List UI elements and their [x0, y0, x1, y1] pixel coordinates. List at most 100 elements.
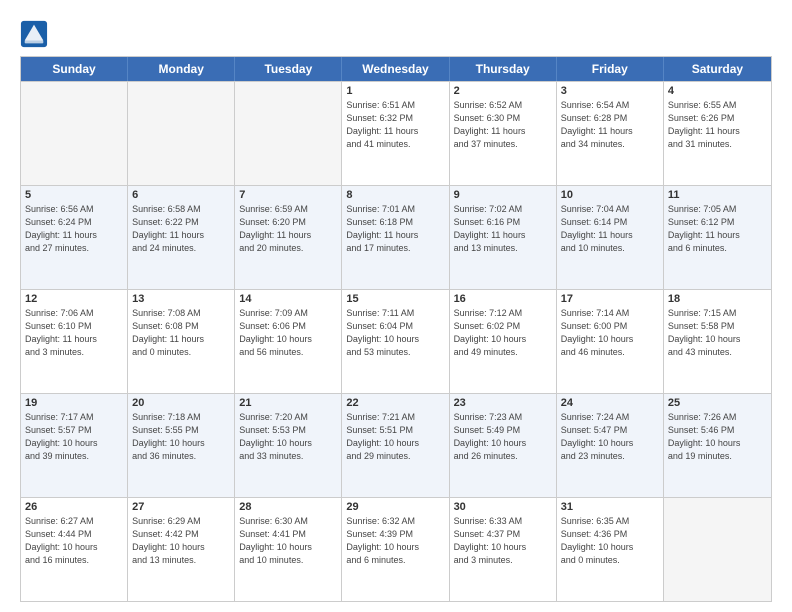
- day-number: 2: [454, 85, 552, 97]
- weekday-header-thursday: Thursday: [450, 57, 557, 81]
- day-info: Sunrise: 7:08 AM Sunset: 6:08 PM Dayligh…: [132, 307, 230, 359]
- day-number: 28: [239, 501, 337, 513]
- day-number: 17: [561, 293, 659, 305]
- day-cell-31: 31Sunrise: 6:35 AM Sunset: 4:36 PM Dayli…: [557, 498, 664, 601]
- weekday-header-friday: Friday: [557, 57, 664, 81]
- day-cell-19: 19 Sunrise: 7:17 AM Sunset: 5:57 PM Dayli…: [21, 394, 128, 497]
- calendar-week-2: 5 Sunrise: 6:56 AM Sunset: 6:24 PM Daylig…: [21, 185, 771, 289]
- day-cell-14: 14Sunrise: 7:09 AM Sunset: 6:06 PM Dayli…: [235, 290, 342, 393]
- day-info: Sunrise: 7:20 AM Sunset: 5:53 PM Dayligh…: [239, 411, 337, 463]
- day-cell-16: 16Sunrise: 7:12 AM Sunset: 6:02 PM Dayli…: [450, 290, 557, 393]
- day-info: Sunrise: 6:33 AM Sunset: 4:37 PM Dayligh…: [454, 515, 552, 567]
- day-info: Sunrise: 6:30 AM Sunset: 4:41 PM Dayligh…: [239, 515, 337, 567]
- calendar-body: 1Sunrise: 6:51 AM Sunset: 6:32 PM Daylig…: [21, 81, 771, 601]
- day-info: Sunrise: 6:52 AM Sunset: 6:30 PM Dayligh…: [454, 99, 552, 151]
- day-number: 19: [25, 397, 123, 409]
- calendar-week-3: 12 Sunrise: 7:06 AM Sunset: 6:10 PM Dayli…: [21, 289, 771, 393]
- day-number: 20: [132, 397, 230, 409]
- day-cell-25: 25Sunrise: 7:26 AM Sunset: 5:46 PM Dayli…: [664, 394, 771, 497]
- day-info: Sunrise: 7:11 AM Sunset: 6:04 PM Dayligh…: [346, 307, 444, 359]
- day-number: 1: [346, 85, 444, 97]
- day-number: 4: [668, 85, 767, 97]
- day-number: 29: [346, 501, 444, 513]
- day-cell-21: 21 Sunrise: 7:20 AM Sunset: 5:53 PM Dayli…: [235, 394, 342, 497]
- day-cell-6: 6 Sunrise: 6:58 AM Sunset: 6:22 PM Daylig…: [128, 186, 235, 289]
- day-info: Sunrise: 6:59 AM Sunset: 6:20 PM Dayligh…: [239, 203, 337, 255]
- day-cell-20: 20 Sunrise: 7:18 AM Sunset: 5:55 PM Dayli…: [128, 394, 235, 497]
- day-cell-11: 11 Sunrise: 7:05 AM Sunset: 6:12 PM Dayli…: [664, 186, 771, 289]
- weekday-header-saturday: Saturday: [664, 57, 771, 81]
- day-cell-24: 24 Sunrise: 7:24 AM Sunset: 5:47 PM Dayli…: [557, 394, 664, 497]
- day-info: Sunrise: 6:29 AM Sunset: 4:42 PM Dayligh…: [132, 515, 230, 567]
- day-info: Sunrise: 6:58 AM Sunset: 6:22 PM Dayligh…: [132, 203, 230, 255]
- day-number: 30: [454, 501, 552, 513]
- day-cell-3: 3 Sunrise: 6:54 AM Sunset: 6:28 PM Daylig…: [557, 82, 664, 185]
- day-info: Sunrise: 6:27 AM Sunset: 4:44 PM Dayligh…: [25, 515, 123, 567]
- day-cell-1: 1Sunrise: 6:51 AM Sunset: 6:32 PM Daylig…: [342, 82, 449, 185]
- day-cell-15: 15 Sunrise: 7:11 AM Sunset: 6:04 PM Dayli…: [342, 290, 449, 393]
- day-info: Sunrise: 7:18 AM Sunset: 5:55 PM Dayligh…: [132, 411, 230, 463]
- day-number: 11: [668, 189, 767, 201]
- empty-cell: [664, 498, 771, 601]
- day-cell-28: 28 Sunrise: 6:30 AM Sunset: 4:41 PM Dayli…: [235, 498, 342, 601]
- day-info: Sunrise: 7:15 AM Sunset: 5:58 PM Dayligh…: [668, 307, 767, 359]
- day-info: Sunrise: 7:23 AM Sunset: 5:49 PM Dayligh…: [454, 411, 552, 463]
- day-info: Sunrise: 7:05 AM Sunset: 6:12 PM Dayligh…: [668, 203, 767, 255]
- calendar-week-1: 1Sunrise: 6:51 AM Sunset: 6:32 PM Daylig…: [21, 81, 771, 185]
- day-info: Sunrise: 6:32 AM Sunset: 4:39 PM Dayligh…: [346, 515, 444, 567]
- day-number: 22: [346, 397, 444, 409]
- day-cell-22: 22 Sunrise: 7:21 AM Sunset: 5:51 PM Dayli…: [342, 394, 449, 497]
- day-cell-29: 29 Sunrise: 6:32 AM Sunset: 4:39 PM Dayli…: [342, 498, 449, 601]
- empty-cell: [235, 82, 342, 185]
- day-number: 7: [239, 189, 337, 201]
- day-info: Sunrise: 7:01 AM Sunset: 6:18 PM Dayligh…: [346, 203, 444, 255]
- day-number: 3: [561, 85, 659, 97]
- day-number: 10: [561, 189, 659, 201]
- weekday-header-sunday: Sunday: [21, 57, 128, 81]
- calendar-week-4: 19 Sunrise: 7:17 AM Sunset: 5:57 PM Dayli…: [21, 393, 771, 497]
- day-number: 15: [346, 293, 444, 305]
- day-number: 26: [25, 501, 123, 513]
- day-number: 18: [668, 293, 767, 305]
- logo-icon: [20, 20, 48, 48]
- calendar-header: SundayMondayTuesdayWednesdayThursdayFrid…: [21, 57, 771, 81]
- day-number: 21: [239, 397, 337, 409]
- day-info: Sunrise: 7:04 AM Sunset: 6:14 PM Dayligh…: [561, 203, 659, 255]
- day-number: 5: [25, 189, 123, 201]
- day-cell-18: 18 Sunrise: 7:15 AM Sunset: 5:58 PM Dayli…: [664, 290, 771, 393]
- day-cell-13: 13 Sunrise: 7:08 AM Sunset: 6:08 PM Dayli…: [128, 290, 235, 393]
- day-info: Sunrise: 7:17 AM Sunset: 5:57 PM Dayligh…: [25, 411, 123, 463]
- day-info: Sunrise: 7:24 AM Sunset: 5:47 PM Dayligh…: [561, 411, 659, 463]
- day-cell-2: 2 Sunrise: 6:52 AM Sunset: 6:30 PM Daylig…: [450, 82, 557, 185]
- day-number: 8: [346, 189, 444, 201]
- day-cell-4: 4 Sunrise: 6:55 AM Sunset: 6:26 PM Daylig…: [664, 82, 771, 185]
- calendar: SundayMondayTuesdayWednesdayThursdayFrid…: [20, 56, 772, 602]
- day-cell-12: 12 Sunrise: 7:06 AM Sunset: 6:10 PM Dayli…: [21, 290, 128, 393]
- day-info: Sunrise: 7:21 AM Sunset: 5:51 PM Dayligh…: [346, 411, 444, 463]
- weekday-header-tuesday: Tuesday: [235, 57, 342, 81]
- day-number: 12: [25, 293, 123, 305]
- day-cell-30: 30 Sunrise: 6:33 AM Sunset: 4:37 PM Dayli…: [450, 498, 557, 601]
- day-number: 25: [668, 397, 767, 409]
- day-info: Sunrise: 6:56 AM Sunset: 6:24 PM Dayligh…: [25, 203, 123, 255]
- day-number: 27: [132, 501, 230, 513]
- day-number: 23: [454, 397, 552, 409]
- day-number: 14: [239, 293, 337, 305]
- day-number: 6: [132, 189, 230, 201]
- day-number: 24: [561, 397, 659, 409]
- day-cell-5: 5 Sunrise: 6:56 AM Sunset: 6:24 PM Daylig…: [21, 186, 128, 289]
- day-cell-27: 27 Sunrise: 6:29 AM Sunset: 4:42 PM Dayli…: [128, 498, 235, 601]
- day-cell-23: 23 Sunrise: 7:23 AM Sunset: 5:49 PM Dayli…: [450, 394, 557, 497]
- day-info: Sunrise: 7:12 AM Sunset: 6:02 PM Dayligh…: [454, 307, 552, 359]
- day-info: Sunrise: 7:02 AM Sunset: 6:16 PM Dayligh…: [454, 203, 552, 255]
- empty-cell: [128, 82, 235, 185]
- day-info: Sunrise: 7:14 AM Sunset: 6:00 PM Dayligh…: [561, 307, 659, 359]
- day-info: Sunrise: 6:55 AM Sunset: 6:26 PM Dayligh…: [668, 99, 767, 151]
- calendar-week-5: 26 Sunrise: 6:27 AM Sunset: 4:44 PM Dayli…: [21, 497, 771, 601]
- day-info: Sunrise: 6:54 AM Sunset: 6:28 PM Dayligh…: [561, 99, 659, 151]
- day-cell-10: 10 Sunrise: 7:04 AM Sunset: 6:14 PM Dayli…: [557, 186, 664, 289]
- day-cell-9: 9Sunrise: 7:02 AM Sunset: 6:16 PM Daylig…: [450, 186, 557, 289]
- logo: [20, 20, 52, 48]
- day-info: Sunrise: 7:06 AM Sunset: 6:10 PM Dayligh…: [25, 307, 123, 359]
- day-number: 13: [132, 293, 230, 305]
